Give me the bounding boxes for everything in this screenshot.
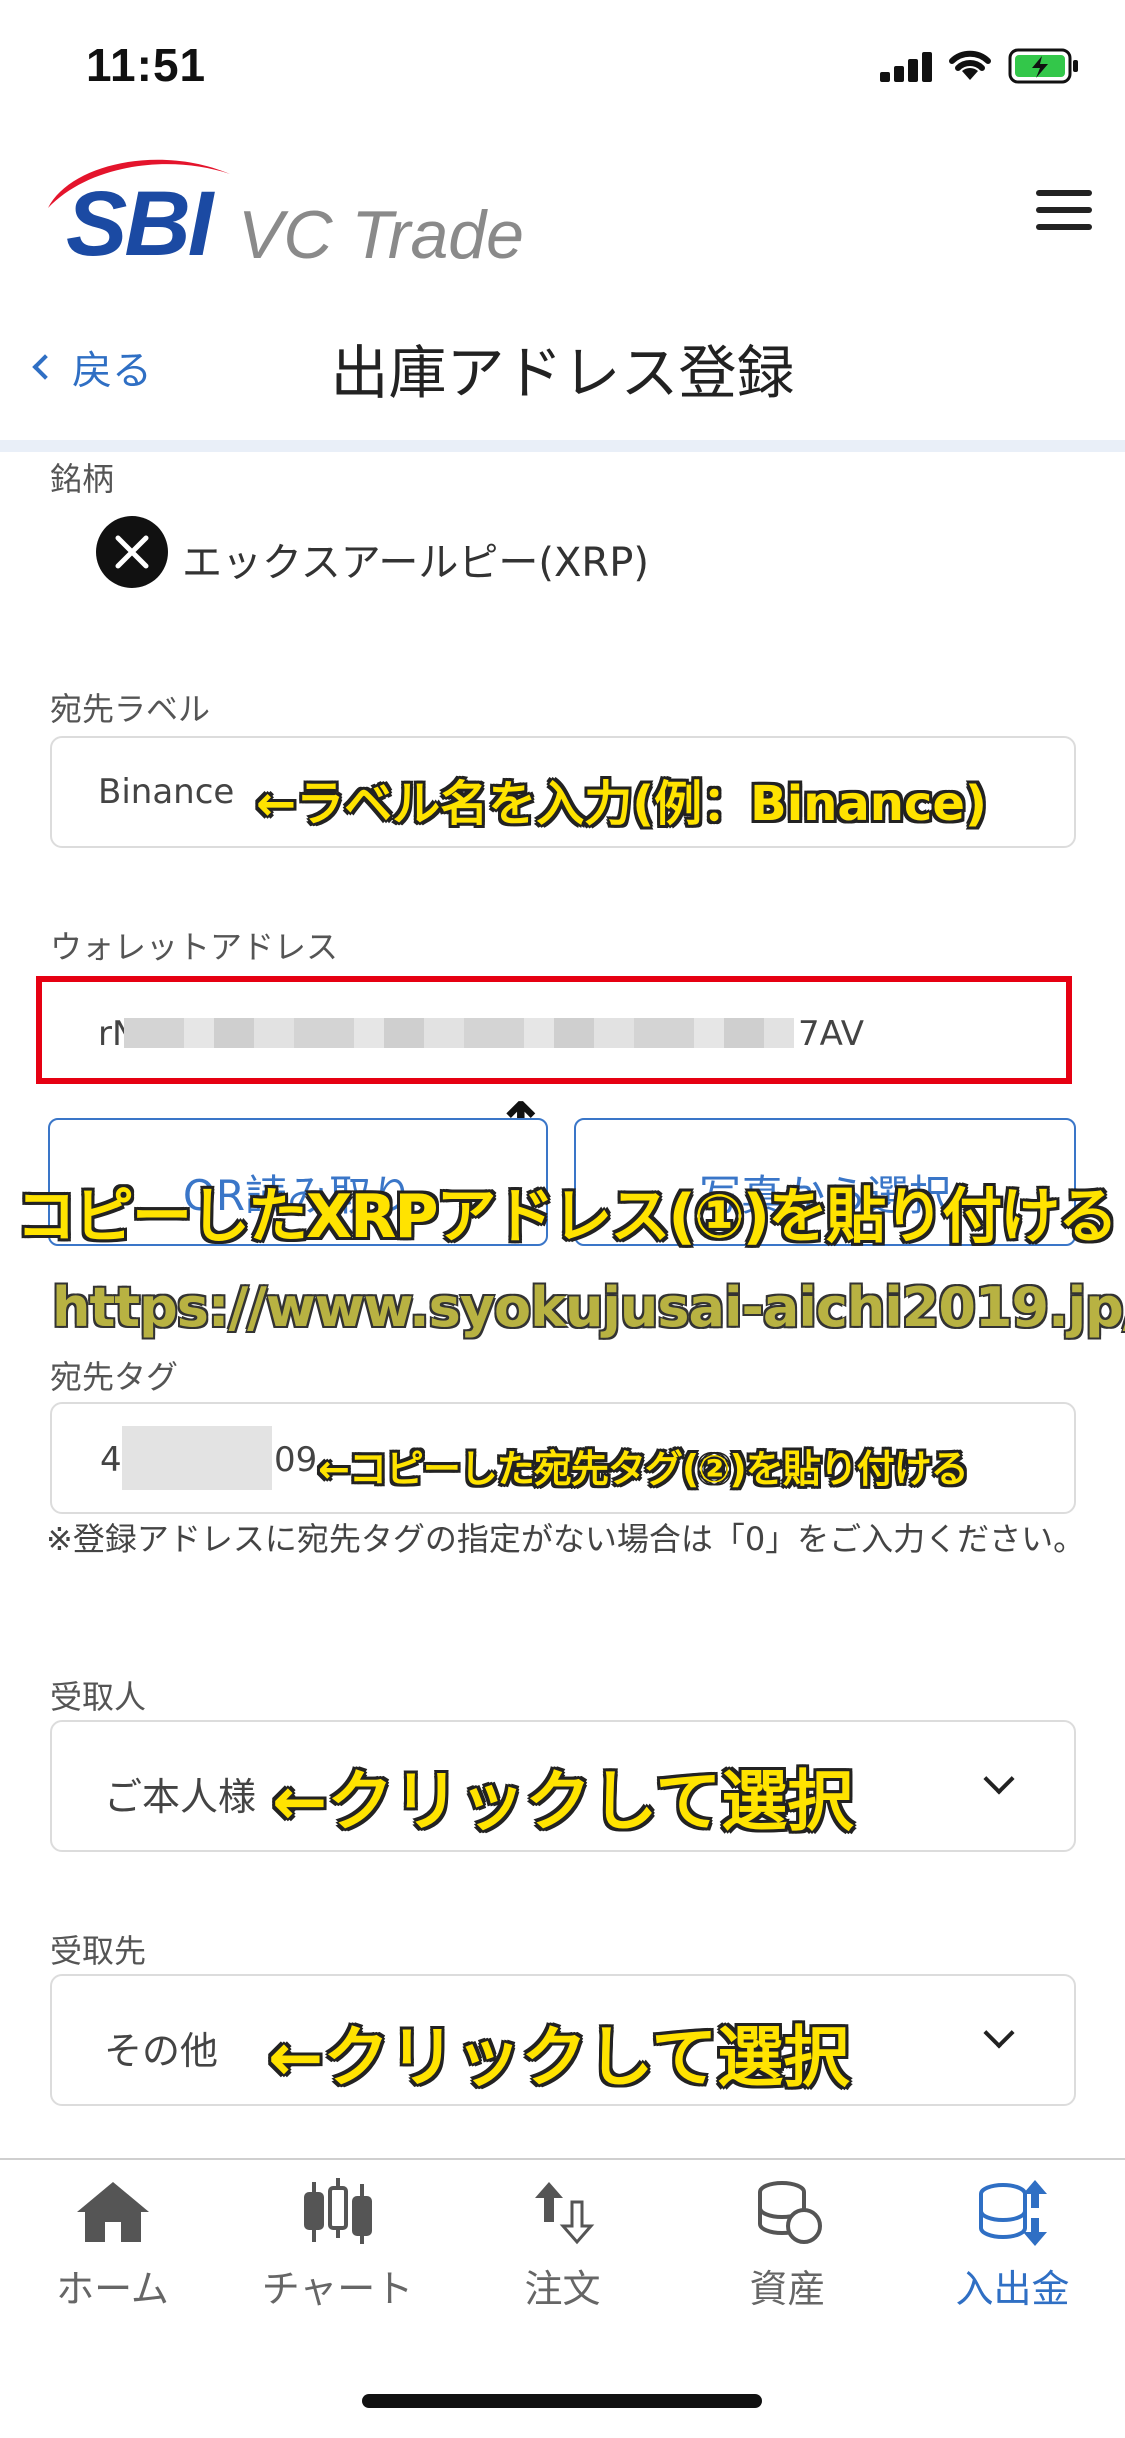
page-title: 出庫アドレス登録 (330, 339, 795, 407)
watermark-url: https://www.syokujusai-aichi2019.jp/ (52, 1276, 1125, 1339)
home-indicator[interactable] (362, 2394, 762, 2408)
tab-order[interactable]: 注文 (450, 2178, 675, 2313)
hamburger-menu-icon[interactable] (1036, 190, 1092, 230)
tab-home-label: ホーム (56, 2267, 169, 2311)
cellular-signal-icon (880, 50, 934, 82)
assets-icon (757, 2181, 822, 2244)
receiver-label: 受取人 (50, 1678, 147, 1716)
chevron-down-icon (983, 1763, 1015, 1795)
chart-icon (303, 2178, 372, 2244)
receiver-dest-label: 受取先 (50, 1932, 147, 1970)
annotation-click-select-2: ←クリックして選択 (268, 2019, 850, 2096)
annotation-paste-tag: ←コピーした宛先タグ(②)を貼り付ける (318, 1447, 969, 1491)
tab-order-label: 注文 (524, 2267, 601, 2311)
annotation-paste-address: コピーしたXRPアドレス(①)を貼り付ける (16, 1182, 1118, 1252)
chevron-down-icon (983, 2017, 1015, 2049)
highlight-box (36, 976, 1072, 1084)
tag-label: 宛先タグ (50, 1358, 179, 1396)
tab-deposit-withdraw-label: 入出金 (955, 2267, 1070, 2311)
receiver-value: ご本人様 (104, 1775, 257, 1819)
tab-assets[interactable]: 資産 (675, 2178, 900, 2313)
annotation-label-hint: ←ラベル名を入力(例：Binance) (256, 776, 987, 832)
status-time: 11:51 (86, 39, 207, 91)
tag-note: ※登録アドレスに宛先タグの指定がない場合は「0」をご入力ください。 (46, 1520, 1086, 1558)
battery-icon (1008, 48, 1080, 88)
vc-trade-logo-text: VC Trade (238, 197, 524, 273)
tab-home[interactable]: ホーム (0, 2178, 225, 2313)
brand-value: エックスアールピー(XRP) (182, 540, 649, 586)
dest-label-value: Binance (98, 772, 235, 812)
brand-label: 銘柄 (50, 460, 115, 498)
annotation-click-select-1: ←クリックして選択 (272, 1763, 854, 1840)
xrp-icon (96, 516, 168, 588)
tab-chart[interactable]: チャート (225, 2178, 450, 2313)
dest-label-label: 宛先ラベル (50, 690, 211, 728)
wallet-label: ウォレットアドレス (50, 928, 339, 966)
order-icon (534, 2182, 594, 2245)
tab-assets-label: 資産 (749, 2267, 826, 2311)
header-divider (0, 440, 1125, 452)
sbi-logo-text: SBI (66, 173, 213, 275)
tag-prefix: 4 (100, 1440, 122, 1480)
tab-chart-label: チャート (261, 2267, 414, 2311)
receiver-dest-value: その他 (104, 2029, 219, 2073)
redacted-tag (122, 1426, 272, 1490)
tab-deposit-withdraw[interactable]: 入出金 (900, 2178, 1125, 2313)
deposit-withdraw-icon (978, 2180, 1047, 2246)
home-icon (76, 2182, 149, 2242)
wifi-icon (948, 46, 992, 86)
tag-suffix: 09 (274, 1440, 318, 1480)
